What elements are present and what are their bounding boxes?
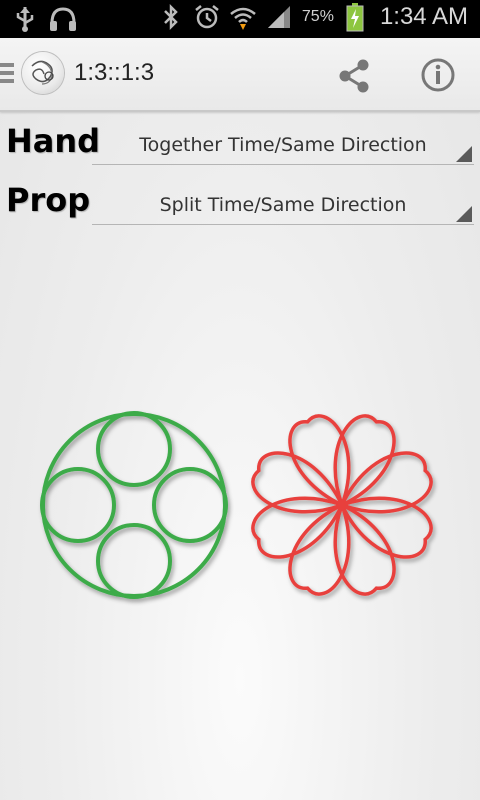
share-icon — [339, 59, 369, 93]
prop-label: Prop — [6, 181, 91, 219]
headphones-icon — [48, 4, 78, 34]
menu-icon[interactable] — [0, 63, 14, 85]
prop-petal — [333, 414, 396, 508]
prop-petal — [288, 414, 351, 508]
status-bar: 75% 1:34 AM — [0, 0, 480, 38]
hand-pattern — [40, 411, 228, 599]
dropdown-arrow-icon — [456, 206, 472, 222]
prop-petal — [288, 502, 351, 596]
pattern-visualization — [40, 411, 433, 599]
hand-spinner[interactable]: Together Time/Same Direction — [92, 124, 474, 165]
action-bar: 1:3::1:3 — [0, 38, 480, 112]
info-icon — [421, 58, 455, 92]
hand-spinner-value: Together Time/Same Direction — [139, 134, 427, 156]
wifi-icon — [228, 2, 258, 32]
dropdown-arrow-icon — [456, 146, 472, 162]
share-button[interactable] — [334, 56, 374, 96]
prop-petal — [339, 496, 433, 559]
signal-icon — [264, 2, 294, 32]
prop-petal — [339, 451, 433, 514]
app-logo-icon[interactable] — [22, 52, 64, 94]
battery-percent: 75% — [301, 8, 334, 25]
battery-charging-icon — [340, 2, 370, 32]
info-button[interactable] — [419, 56, 457, 94]
prop-petal — [251, 496, 345, 559]
hand-label: Hand — [6, 122, 101, 160]
alarm-icon — [192, 2, 222, 32]
prop-pattern — [251, 414, 433, 596]
prop-petal — [251, 451, 345, 514]
prop-spinner[interactable]: Split Time/Same Direction — [92, 184, 474, 225]
bluetooth-icon — [156, 2, 186, 32]
prop-spinner-value: Split Time/Same Direction — [159, 194, 407, 216]
page-title: 1:3::1:3 — [74, 59, 155, 86]
clock: 1:34 AM — [379, 3, 468, 30]
prop-petal — [333, 502, 396, 596]
usb-icon — [10, 4, 40, 34]
